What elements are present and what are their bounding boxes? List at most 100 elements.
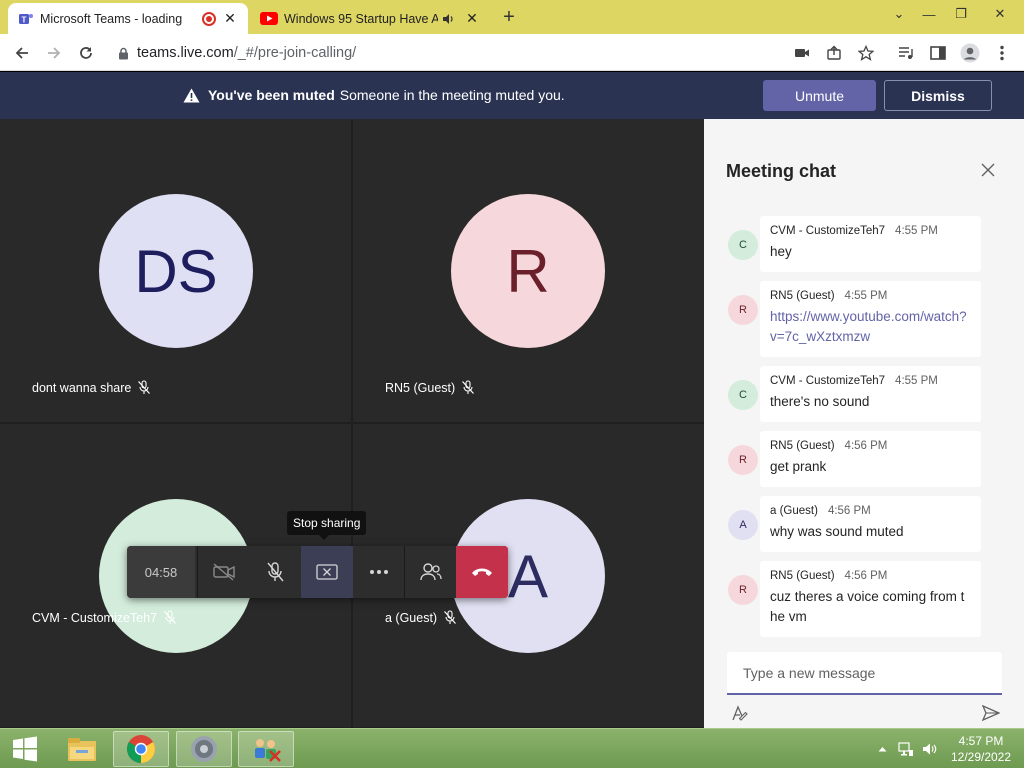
- start-button[interactable]: [0, 731, 50, 767]
- media-controls-icon[interactable]: [892, 39, 920, 67]
- system-clock[interactable]: 4:57 PM 12/29/2022: [946, 733, 1016, 765]
- speaker-app-icon: [191, 736, 217, 762]
- close-tab-icon[interactable]: ✕: [222, 10, 238, 27]
- url-text: teams.live.com/_#/pre-join-calling/: [137, 45, 356, 61]
- tab-youtube[interactable]: Windows 95 Startup Have A ✕: [250, 3, 490, 34]
- recording-indicator-icon: [202, 11, 216, 26]
- message-bubble[interactable]: RN5 (Guest) 4:56 PM cuz theres a voice co…: [760, 561, 981, 637]
- phone-hangup-icon: [472, 568, 492, 576]
- lock-icon[interactable]: [118, 47, 129, 60]
- message-bubble[interactable]: RN5 (Guest) 4:55 PM https://www.youtube.c…: [760, 281, 981, 357]
- profile-avatar-icon[interactable]: [956, 39, 984, 67]
- windows-taskbar: 4:57 PM 12/29/2022: [0, 728, 1024, 768]
- call-controls-bar: 04:58: [127, 546, 508, 598]
- message-time: 4:55 PM: [844, 290, 888, 302]
- restore-button[interactable]: ❐: [944, 0, 978, 28]
- taskbar-file-explorer[interactable]: [54, 731, 110, 767]
- unmute-button[interactable]: Unmute: [763, 80, 876, 111]
- format-pen-icon: [732, 705, 748, 721]
- share-icon[interactable]: [820, 39, 848, 67]
- more-actions-button[interactable]: [353, 546, 405, 598]
- youtube-favicon-icon: [260, 12, 284, 25]
- message-sender: RN5 (Guest): [770, 570, 835, 582]
- minimize-button[interactable]: —: [912, 0, 946, 28]
- sender-avatar: C: [728, 380, 758, 410]
- avatar-initials: A: [507, 542, 549, 610]
- message-sender: CVM - CustomizeTeh7: [770, 375, 886, 387]
- warning-icon: [183, 88, 200, 103]
- participant-tile[interactable]: DS dont wanna share: [0, 119, 351, 422]
- mic-toggle-button[interactable]: [249, 546, 301, 598]
- muted-title: You've been muted: [208, 87, 335, 103]
- muted-notification-banner: You've been muted Someone in the meeting…: [0, 72, 1024, 119]
- show-hidden-icons-button[interactable]: [874, 740, 890, 758]
- mic-off-icon: [138, 380, 151, 394]
- close-icon: [981, 163, 995, 177]
- tab-microsoft-teams[interactable]: T Microsoft Teams - loading ✕: [8, 3, 248, 34]
- network-status-icon[interactable]: [898, 740, 914, 758]
- message-bubble[interactable]: a (Guest) 4:56 PM why was sound muted: [760, 496, 981, 552]
- sender-avatar: C: [728, 230, 758, 260]
- chrome-icon: [127, 735, 155, 763]
- message-time: 4:56 PM: [844, 570, 888, 582]
- mic-off-icon: [462, 380, 475, 394]
- message-text: cuz theres a voice coming from the vm: [770, 589, 965, 624]
- participant-name: RN5 (Guest): [385, 380, 456, 395]
- folder-icon: [68, 738, 96, 761]
- windows-logo-icon: [13, 736, 37, 762]
- participant-name-label: dont wanna share: [32, 380, 151, 395]
- clock-time: 4:57 PM: [958, 734, 1004, 748]
- message-time: 4:55 PM: [895, 225, 938, 237]
- participants-button[interactable]: [404, 546, 456, 598]
- message-bubble[interactable]: CVM - CustomizeTeh7 4:55 PM hey: [760, 216, 981, 272]
- back-button[interactable]: [8, 39, 36, 67]
- tab-audio-icon[interactable]: [442, 13, 458, 25]
- message-time: 4:55 PM: [895, 375, 938, 387]
- message-bubble[interactable]: CVM - CustomizeTeh7 4:55 PM there's no so…: [760, 366, 981, 422]
- browser-menu-icon[interactable]: [988, 39, 1016, 67]
- participant-name: dont wanna share: [32, 380, 132, 395]
- message-text: hey: [770, 244, 792, 259]
- send-button[interactable]: [980, 703, 1002, 723]
- sender-avatar: A: [728, 510, 758, 540]
- close-window-button[interactable]: ✕: [976, 0, 1024, 28]
- stop-sharing-button[interactable]: [301, 546, 353, 598]
- close-chat-button[interactable]: [978, 160, 998, 180]
- message-link[interactable]: https://www.youtube.com/watch?v=7c_wXztx…: [770, 307, 969, 347]
- camera-toggle-button[interactable]: [197, 546, 249, 598]
- bookmark-star-icon[interactable]: [852, 39, 880, 67]
- message-time: 4:56 PM: [844, 440, 888, 452]
- reload-button[interactable]: [72, 39, 100, 67]
- clock-date: 12/29/2022: [950, 750, 1012, 764]
- forward-button[interactable]: [40, 39, 68, 67]
- mic-off-icon: [267, 562, 284, 582]
- address-bar[interactable]: teams.live.com/_#/pre-join-calling/: [108, 39, 888, 67]
- participant-name-label: a (Guest): [385, 610, 457, 625]
- tab-search-icon[interactable]: ⌄: [882, 0, 916, 28]
- participant-name-label: RN5 (Guest): [385, 380, 475, 395]
- people-icon: [419, 563, 442, 581]
- close-tab-icon[interactable]: ✕: [464, 10, 480, 27]
- participant-name: a (Guest): [385, 610, 438, 625]
- taskbar-network-app[interactable]: [238, 731, 294, 767]
- format-button[interactable]: [730, 703, 750, 723]
- participant-tile[interactable]: R RN5 (Guest): [353, 119, 704, 422]
- message-text: why was sound muted: [770, 524, 904, 539]
- dismiss-button[interactable]: Dismiss: [884, 80, 992, 111]
- taskbar-chrome[interactable]: [113, 731, 169, 767]
- participant-name-label: CVM - CustomizeTeh7: [32, 610, 177, 625]
- svg-text:T: T: [22, 15, 27, 24]
- hang-up-button[interactable]: [456, 546, 508, 598]
- new-tab-button[interactable]: +: [498, 6, 520, 28]
- avatar-initials: R: [506, 237, 550, 305]
- message-bubble[interactable]: RN5 (Guest) 4:56 PM get prank: [760, 431, 981, 487]
- volume-icon[interactable]: [922, 740, 938, 758]
- taskbar-sound-app[interactable]: [176, 731, 232, 767]
- url-host: teams.live.com: [137, 45, 234, 61]
- message-text: get prank: [770, 459, 827, 474]
- browser-tab-strip: T Microsoft Teams - loading ✕ Windows 95…: [0, 0, 1024, 34]
- camera-in-use-icon[interactable]: [788, 39, 816, 67]
- participant-avatar: R: [451, 194, 605, 348]
- message-input[interactable]: [727, 652, 1002, 693]
- side-panel-icon[interactable]: [924, 39, 952, 67]
